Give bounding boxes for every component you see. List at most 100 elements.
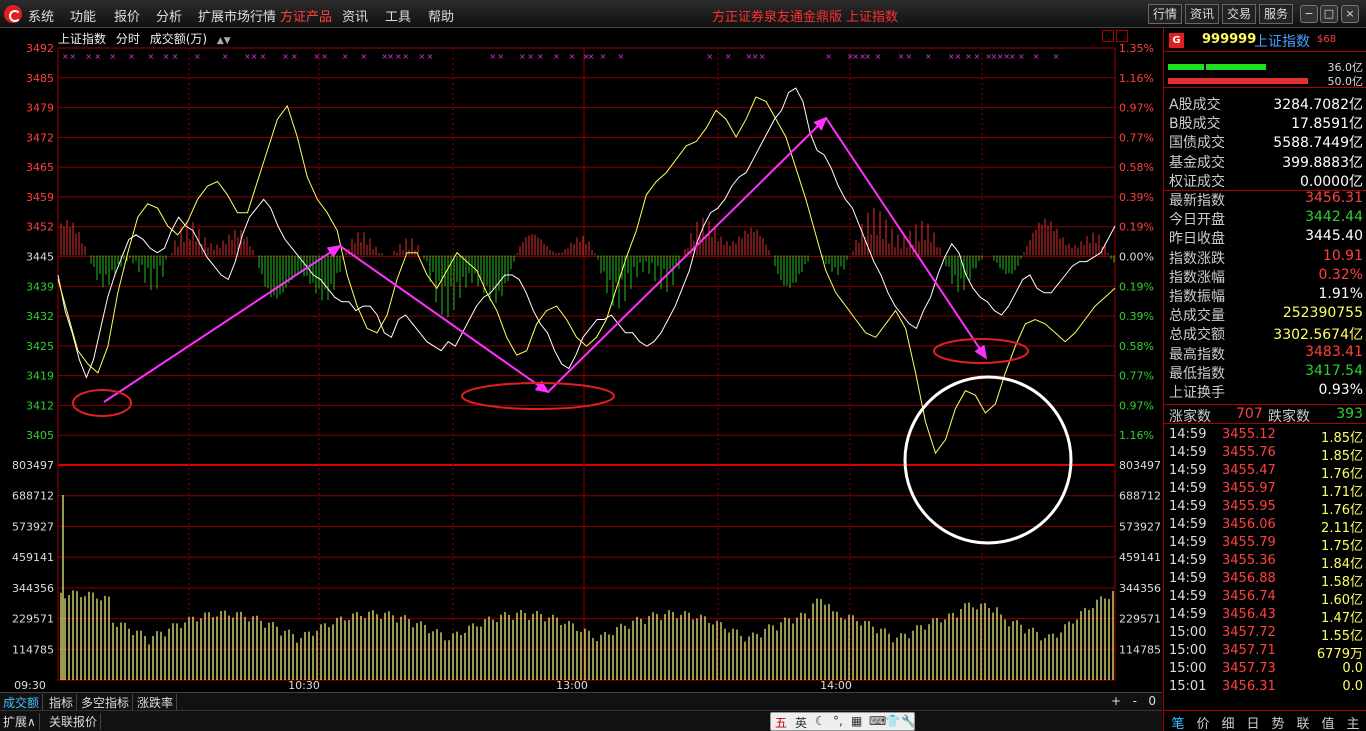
tick-row[interactable]: 15:01 3456.31 0.0: [1164, 679, 1366, 697]
stat-label: 国债成交: [1169, 135, 1225, 152]
tick-row[interactable]: 15:00 3457.72 1.55亿: [1164, 625, 1366, 644]
tick-row[interactable]: 15:00 3457.73 0.0: [1164, 661, 1366, 679]
ime-settings-icon[interactable]: 🔧: [901, 714, 916, 728]
minimize-icon[interactable]: −: [1300, 5, 1318, 23]
stat-value: 3483.41: [1305, 343, 1363, 360]
tab-detail[interactable]: 细: [1216, 713, 1240, 731]
current-index-title: 上证指数: [846, 10, 899, 25]
ime-keyboard-icon[interactable]: ⌨: [869, 714, 886, 728]
chart-option-icon[interactable]: [1102, 30, 1114, 42]
chart-option-icon[interactable]: [1116, 30, 1128, 42]
tab-longshort[interactable]: 多空指标: [78, 694, 134, 711]
signal-marker: ×: [553, 52, 560, 61]
price-tick-left: 3465: [26, 161, 54, 174]
pct-tick-right: 0.58%: [1119, 161, 1154, 174]
tab-day[interactable]: 日: [1241, 713, 1265, 731]
menu-analysis[interactable]: 分析: [156, 6, 182, 25]
tick-row[interactable]: 14:59 3456.74 1.60亿: [1164, 589, 1366, 608]
app-logo-icon[interactable]: [4, 5, 22, 23]
tick-price: 3455.97: [1222, 481, 1276, 496]
menu-products[interactable]: 方证产品: [280, 6, 332, 25]
tick-row[interactable]: 15:00 3457.71 6779万: [1164, 643, 1366, 662]
menu-system[interactable]: 系统: [28, 6, 54, 25]
tick-row[interactable]: 14:59 3455.12 1.85亿: [1164, 427, 1366, 446]
tick-price: 3455.79: [1222, 535, 1276, 550]
zoom-out-button[interactable]: -: [1133, 694, 1137, 708]
tick-row[interactable]: 14:59 3455.76 1.85亿: [1164, 445, 1366, 464]
signal-marker: ×: [259, 52, 266, 61]
tab-advdec-rate[interactable]: 涨跌率: [134, 694, 178, 711]
intraday-chart[interactable]: 3492 1.35% 3485 1.16% 3479 0.97% 3472 0.77% 3465…: [0, 28, 1162, 692]
menu-function[interactable]: 功能: [70, 6, 96, 25]
btn-market[interactable]: 行情: [1148, 4, 1183, 24]
signal-marker: ×: [965, 52, 972, 61]
menu-tools[interactable]: 工具: [385, 6, 411, 25]
stat-value: 17.8591亿: [1291, 116, 1363, 133]
tick-row[interactable]: 14:59 3455.36 1.84亿: [1164, 553, 1366, 572]
tick-row[interactable]: 14:59 3456.06 2.11亿: [1164, 517, 1366, 536]
signal-marker: ×: [194, 52, 201, 61]
stat-label: 最高指数: [1169, 346, 1225, 363]
price-tick-left: 3479: [26, 102, 54, 115]
ime-english-icon[interactable]: 英: [795, 714, 807, 731]
tick-row[interactable]: 14:59 3455.47 1.76亿: [1164, 463, 1366, 482]
ime-wubi-icon[interactable]: 五: [775, 714, 787, 731]
restore-icon[interactable]: □: [1320, 5, 1338, 23]
ime-softkbd-icon[interactable]: ▦: [851, 714, 862, 728]
status-expand[interactable]: 扩展∧: [0, 713, 40, 730]
ime-moon-icon[interactable]: ☾: [815, 714, 826, 728]
tick-row[interactable]: 14:59 3456.43 1.47亿: [1164, 607, 1366, 626]
tab-main[interactable]: 主: [1341, 713, 1365, 731]
panel-tabs: 笔 价 细 日 势 联 值 主: [1164, 710, 1366, 731]
btn-trade[interactable]: 交易: [1222, 4, 1257, 24]
chart-period[interactable]: 分时: [116, 32, 140, 46]
menu-quote[interactable]: 报价: [114, 6, 140, 25]
tab-linked[interactable]: 联: [1291, 713, 1315, 731]
status-linked-quote[interactable]: 关联报价: [46, 713, 102, 730]
tab-value[interactable]: 值: [1316, 713, 1340, 731]
tick-price: 3455.95: [1222, 499, 1276, 514]
tick-price: 3455.12: [1222, 427, 1276, 442]
zoom-controls[interactable]: + - 0: [1111, 694, 1156, 708]
ime-toolbar[interactable]: 五 英 ☾ °, ▦ ⌨ 👕 🔧: [770, 712, 916, 731]
chart-metric[interactable]: 成交额(万): [150, 32, 207, 46]
menu-ext-market[interactable]: 扩展市场行情: [198, 6, 276, 25]
signal-marker: ×: [1053, 52, 1060, 61]
btn-news[interactable]: 资讯: [1185, 4, 1220, 24]
tab-indicator[interactable]: 指标: [46, 694, 78, 711]
chart-svg[interactable]: 3492 1.35%3485 1.16%3479 0.97%3472 0.77%3465…: [0, 28, 1162, 692]
price-tick-left: 3432: [26, 310, 54, 323]
signal-marker: ×: [497, 52, 504, 61]
up-bar-a: [1168, 64, 1204, 70]
volume-tick-left: 573927: [12, 520, 54, 533]
zoom-in-button[interactable]: +: [1111, 694, 1121, 708]
tick-volume: 1.55亿: [1321, 629, 1363, 644]
menu-bar: 系统 功能 报价 分析 扩展市场行情 方证产品 资讯 工具 帮助 方正证券泉友通…: [0, 0, 1366, 28]
menu-help[interactable]: 帮助: [428, 6, 454, 25]
stat-row: B股成交 17.8591亿: [1164, 113, 1366, 132]
close-icon[interactable]: ×: [1341, 5, 1359, 23]
ime-punct-icon[interactable]: °,: [833, 714, 843, 728]
tick-row[interactable]: 14:59 3456.88 1.58亿: [1164, 571, 1366, 590]
ime-skin-icon[interactable]: 👕: [885, 714, 900, 728]
tab-trend[interactable]: 势: [1266, 713, 1290, 731]
signal-marker: ×: [395, 52, 402, 61]
tick-row[interactable]: 14:59 3455.97 1.71亿: [1164, 481, 1366, 500]
annotation-arrow: [339, 245, 550, 394]
stat-value: 3445.40: [1305, 228, 1363, 245]
stat-row: 权证成交 0.0000亿: [1164, 171, 1366, 190]
menu-news[interactable]: 资讯: [342, 6, 368, 25]
stat-row: 上证换手 0.93%: [1164, 382, 1366, 401]
tab-price[interactable]: 价: [1191, 713, 1215, 731]
zoom-reset-button[interactable]: 0: [1148, 694, 1156, 708]
tick-time: 15:00: [1169, 643, 1207, 658]
tab-trades[interactable]: 笔: [1166, 713, 1190, 731]
tick-row[interactable]: 14:59 3455.95 1.76亿: [1164, 499, 1366, 518]
signal-marker: ×: [519, 52, 526, 61]
btn-service[interactable]: 服务: [1259, 4, 1294, 24]
tab-turnover[interactable]: 成交额: [0, 694, 44, 711]
tick-row[interactable]: 14:59 3455.79 1.75亿: [1164, 535, 1366, 554]
sort-updown-icon[interactable]: ▲▼: [217, 36, 231, 46]
signal-marker: ×: [163, 52, 170, 61]
pct-tick-right: 0.19%: [1119, 221, 1154, 234]
